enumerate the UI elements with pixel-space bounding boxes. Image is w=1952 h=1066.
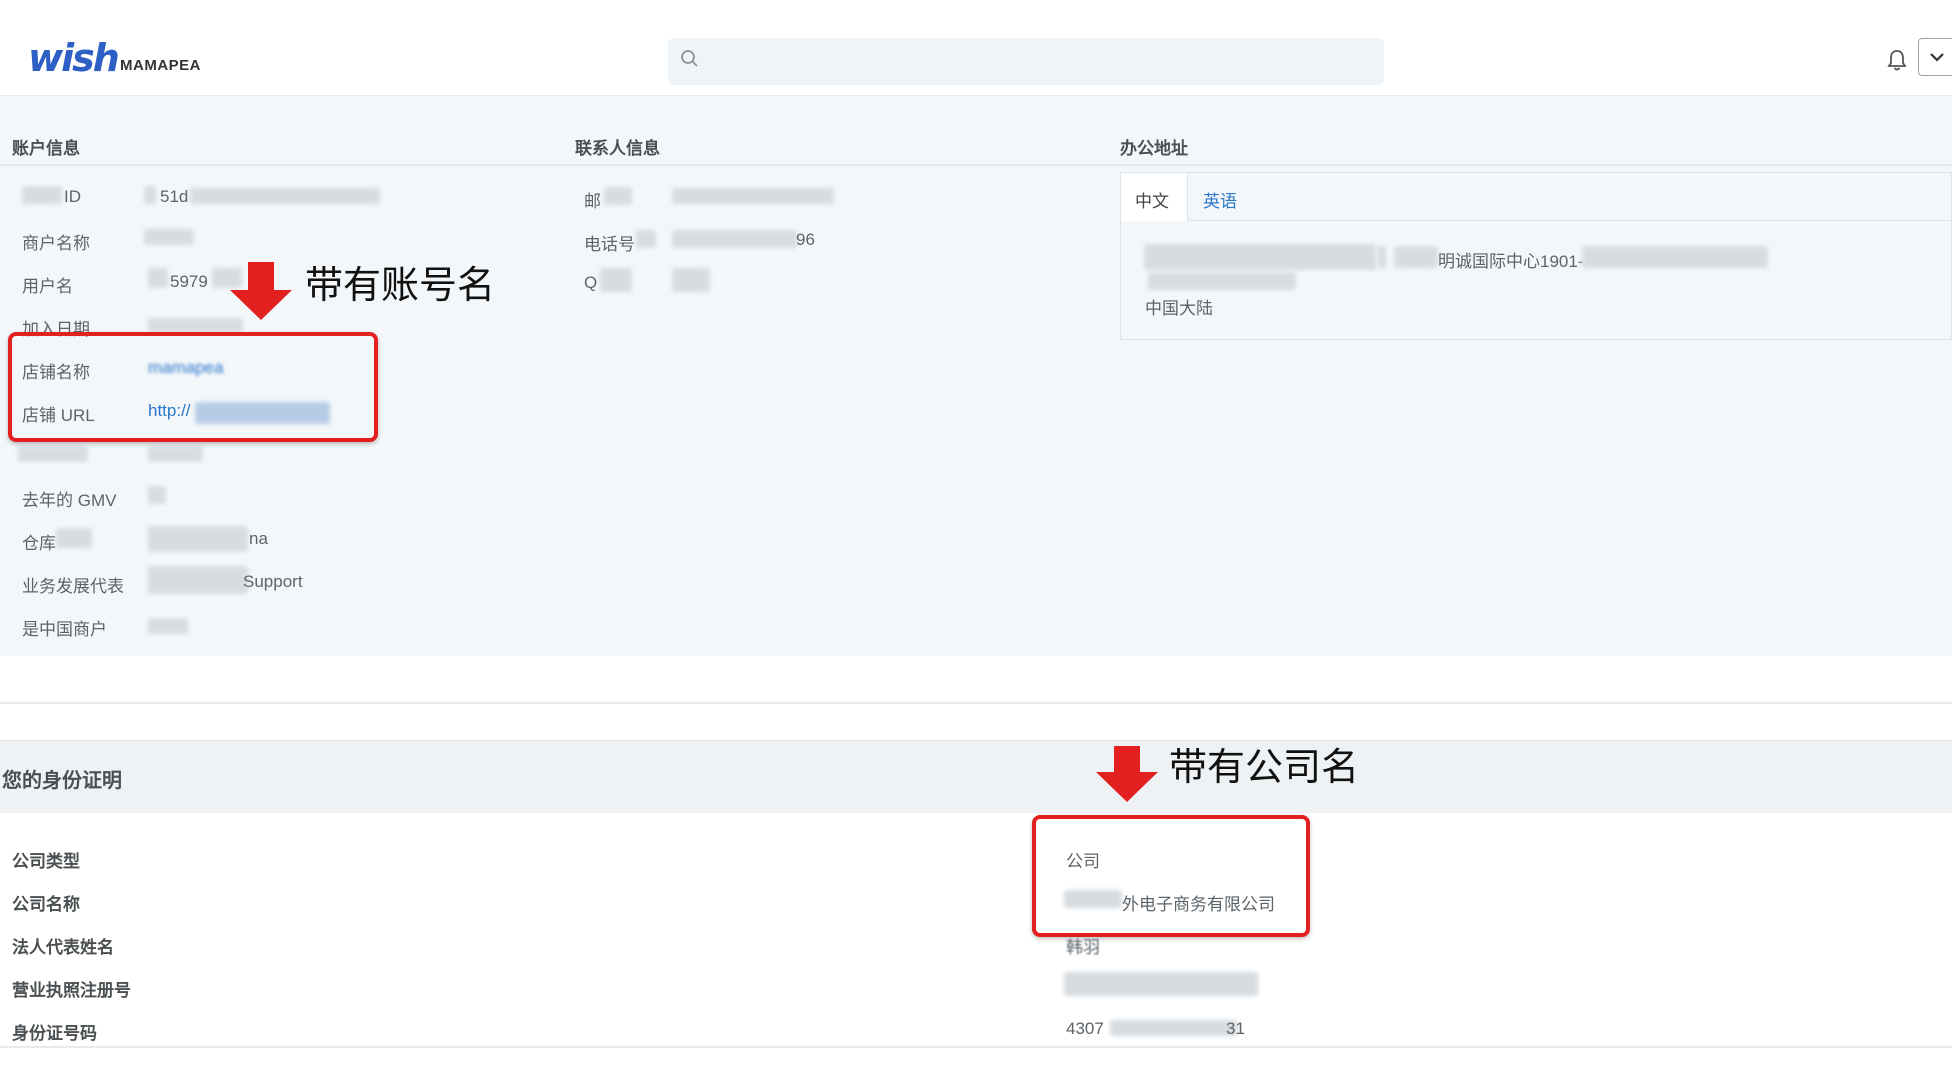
contact-value-phone: 96 — [796, 230, 815, 249]
account-value-username: 5979 — [170, 272, 208, 291]
redacted-block — [1144, 244, 1376, 270]
account-value-id: 51d — [160, 187, 189, 206]
redacted-block — [1378, 246, 1386, 268]
contact-label-email: 邮 — [584, 192, 601, 211]
office-address-title: 办公地址 — [1120, 139, 1188, 158]
office-country: 中国大陆 — [1145, 299, 1213, 318]
account-value-warehouse: na — [249, 529, 268, 548]
redacted-block — [672, 268, 710, 292]
account-label-warehouse: 仓库 — [22, 534, 56, 553]
wish-logo[interactable]: wish — [28, 36, 120, 80]
tab-english-label[interactable]: 英语 — [1203, 187, 1237, 212]
identity-section-header — [0, 740, 1952, 813]
identity-value-company-name: 外电子商务有限公司 — [1122, 895, 1275, 914]
redacted-block — [600, 268, 632, 292]
account-label-merchant-name: 商户名称 — [22, 234, 90, 253]
account-label-id: ID — [64, 187, 81, 206]
redacted-block — [56, 528, 92, 548]
account-label-bd-rep: 业务发展代表 — [22, 577, 124, 596]
section-divider — [0, 702, 1952, 704]
redacted-block — [148, 486, 166, 504]
redacted-block — [148, 618, 188, 634]
contact-label-phone: 电话号 — [584, 235, 635, 254]
account-info-title: 账户信息 — [12, 139, 80, 158]
redacted-block — [604, 187, 632, 205]
redacted-block — [144, 229, 194, 245]
company-highlight-box — [1032, 815, 1310, 937]
contact-info-title: 联系人信息 — [575, 139, 660, 158]
search-input[interactable] — [668, 38, 1384, 85]
red-arrow-down-icon — [1096, 746, 1158, 802]
search-icon — [681, 50, 698, 67]
chevron-down-icon — [1930, 53, 1944, 62]
identity-label-company-name: 公司名称 — [12, 895, 80, 914]
redacted-block — [672, 188, 834, 204]
redacted-block — [148, 318, 243, 332]
identity-label-license-no: 营业执照注册号 — [12, 981, 131, 1000]
tab-chinese-label[interactable]: 中文 — [1135, 187, 1169, 212]
account-label-gmv: 去年的 GMV — [22, 491, 117, 510]
identity-label-legal-rep: 法人代表姓名 — [12, 938, 114, 957]
redacted-block — [1394, 246, 1438, 268]
redacted-block — [1110, 1020, 1238, 1036]
tab-underline — [1187, 220, 1952, 221]
identity-value-id-number: 4307 — [1066, 1019, 1104, 1038]
redacted-block — [1148, 272, 1296, 290]
redacted-block — [22, 186, 62, 204]
redacted-block — [636, 230, 656, 248]
account-label-china-merchant: 是中国商户 — [22, 620, 107, 639]
redacted-block — [148, 446, 203, 462]
redacted-block — [1064, 972, 1258, 996]
redacted-block — [672, 230, 797, 248]
redacted-block — [144, 186, 156, 204]
store-highlight-box — [8, 332, 378, 442]
merchant-name: MAMAPEA — [120, 57, 201, 74]
identity-label-id-number: 身份证号码 — [12, 1024, 97, 1043]
redacted-block — [1064, 890, 1122, 908]
redacted-block — [148, 566, 248, 594]
identity-value-company-type: 公司 — [1066, 852, 1100, 871]
company-name-note: 带有公司名 — [1169, 745, 1360, 789]
account-name-note: 带有账号名 — [305, 263, 496, 307]
redacted-block — [148, 268, 168, 288]
bell-icon[interactable] — [1886, 48, 1908, 72]
identity-value-id-suffix: 31 — [1226, 1019, 1245, 1038]
identity-section-title: 您的身份证明 — [2, 770, 122, 792]
account-label-username: 用户名 — [22, 277, 73, 296]
section-divider — [0, 1046, 1952, 1048]
redacted-block — [148, 526, 248, 552]
redacted-block — [1582, 246, 1768, 268]
red-arrow-down-icon — [230, 262, 292, 320]
office-address-line: 明诚国际中心1901- — [1438, 252, 1584, 271]
account-value-bd-rep: Support — [243, 572, 303, 591]
redacted-block — [18, 446, 88, 462]
section-divider — [0, 164, 1952, 166]
identity-label-company-type: 公司类型 — [12, 852, 80, 871]
contact-label-qq: Q — [584, 273, 598, 292]
redacted-block — [190, 188, 380, 204]
identity-value-legal-rep: 韩羽 — [1066, 938, 1100, 957]
